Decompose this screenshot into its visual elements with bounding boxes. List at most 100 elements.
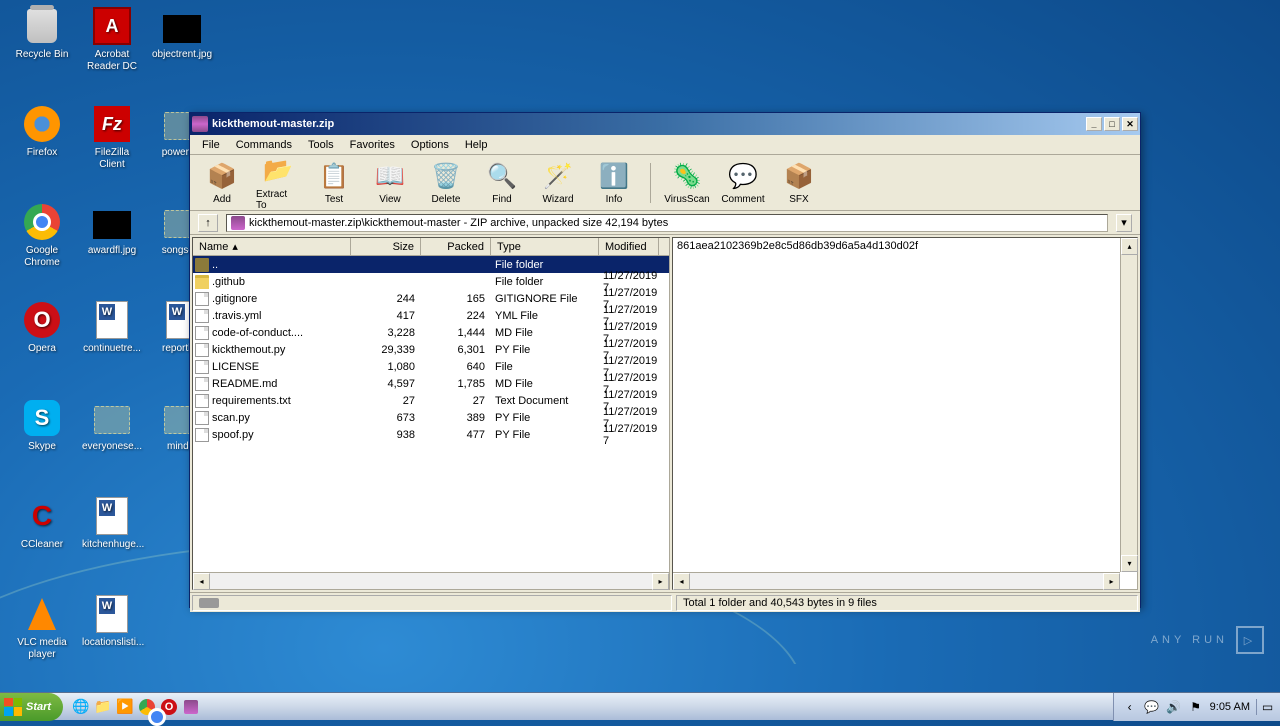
tray-notify-icon[interactable]: 💬	[1144, 699, 1160, 715]
scroll-right-button[interactable]: ▸	[1103, 573, 1120, 590]
tool-info-button[interactable]: ℹ️Info	[590, 158, 638, 207]
recycle-icon	[22, 6, 62, 46]
desktop[interactable]: Recycle BinAAcrobat Reader DC objectrent.…	[0, 0, 1280, 692]
scroll-right-button[interactable]: ▸	[652, 573, 669, 590]
desktop-icon-continuetre-[interactable]: continuetre...	[82, 300, 142, 355]
comment-icon: 💬	[727, 160, 759, 192]
col-header-name[interactable]: Name ▴	[193, 238, 351, 255]
scroll-left-button[interactable]: ◂	[193, 573, 210, 590]
tool-delete-button[interactable]: 🗑️Delete	[422, 158, 470, 207]
sfx-icon: 📦	[783, 160, 815, 192]
maximize-button[interactable]: □	[1104, 117, 1120, 131]
start-button[interactable]: Start	[0, 693, 63, 721]
preview-vscrollbar[interactable]: ▴ ▾	[1120, 238, 1137, 572]
file-row[interactable]: scan.py673389PY File11/27/2019 7	[193, 409, 669, 426]
tool-view-button[interactable]: 📖View	[366, 158, 414, 207]
quick-launch: 🌐 📁 ▶️ O	[71, 697, 201, 717]
menu-tools[interactable]: Tools	[300, 137, 342, 153]
desktop-icon-recycle-bin[interactable]: Recycle Bin	[12, 6, 72, 61]
desktop-icon-awardfl-jpg[interactable]: awardfl.jpg	[82, 202, 142, 257]
desktop-icon-firefox[interactable]: Firefox	[12, 104, 72, 159]
status-text: Total 1 folder and 40,543 bytes in 9 fil…	[676, 595, 1138, 611]
col-header-packed[interactable]: Packed	[421, 238, 491, 255]
file-row[interactable]: README.md4,5971,785MD File11/27/2019 7	[193, 375, 669, 392]
icon-label: objectrent.jpg	[152, 49, 212, 61]
menu-favorites[interactable]: Favorites	[342, 137, 403, 153]
file-row[interactable]: spoof.py938477PY File11/27/2019 7	[193, 426, 669, 443]
ql-explorer[interactable]: 📁	[93, 697, 113, 717]
file-hscrollbar[interactable]: ◂ ▸	[193, 572, 669, 589]
tool-virusscan-button[interactable]: 🦠VirusScan	[663, 158, 711, 207]
tool-wizard-button[interactable]: 🪄Wizard	[534, 158, 582, 207]
file-row[interactable]: requirements.txt2727Text Document11/27/2…	[193, 392, 669, 409]
tool-find-button[interactable]: 🔍Find	[478, 158, 526, 207]
desktop-icon-everyonese-[interactable]: everyonese...	[82, 398, 142, 453]
preview-text: 861aea2102369b2e8c5d86db39d6a5a4d130d02f	[673, 238, 1137, 254]
watermark: ANY RUN ▷	[1151, 626, 1264, 654]
clock[interactable]: 9:05 AM	[1210, 701, 1250, 713]
show-desktop-button[interactable]: ▭	[1256, 699, 1272, 715]
desktop-icon-google-chrome[interactable]: Google Chrome	[12, 202, 72, 269]
desktop-icon-objectrent-jpg[interactable]: objectrent.jpg	[152, 6, 212, 61]
icon-label: locationslisti...	[82, 637, 142, 649]
path-dropdown-button[interactable]: ▾	[1116, 214, 1132, 232]
scroll-track[interactable]	[690, 573, 1103, 589]
path-input[interactable]: kickthemout-master.zip\kickthemout-maste…	[226, 214, 1108, 232]
icon-label: FileZilla Client	[82, 147, 142, 171]
col-header-size[interactable]: Size	[351, 238, 421, 255]
desktop-icon-skype[interactable]: SSkype	[12, 398, 72, 453]
desktop-icon-filezilla-client[interactable]: FzFileZilla Client	[82, 104, 142, 171]
up-button[interactable]: ↑	[198, 214, 218, 232]
file-row[interactable]: kickthemout.py29,3396,301PY File11/27/20…	[193, 341, 669, 358]
file-size: 673	[351, 412, 421, 424]
file-row[interactable]: LICENSE1,080640File11/27/2019 7	[193, 358, 669, 375]
ql-ie[interactable]: 🌐	[71, 697, 91, 717]
thumb-icon	[162, 6, 202, 46]
file-icon	[195, 428, 209, 442]
preview-hscrollbar[interactable]: ◂ ▸	[673, 572, 1120, 589]
desktop-icon-locationslisti-[interactable]: locationslisti...	[82, 594, 142, 649]
scroll-down-button[interactable]: ▾	[1121, 555, 1138, 572]
menu-commands[interactable]: Commands	[228, 137, 300, 153]
tray-volume-icon[interactable]: 🔊	[1166, 699, 1182, 715]
desktop-icon-acrobat-reader-dc[interactable]: AAcrobat Reader DC	[82, 6, 142, 73]
menu-options[interactable]: Options	[403, 137, 457, 153]
file-row[interactable]: .githubFile folder11/27/2019 7	[193, 273, 669, 290]
ql-winrar[interactable]	[181, 697, 201, 717]
scroll-track[interactable]	[210, 573, 652, 589]
file-list[interactable]: ..File folder.githubFile folder11/27/201…	[193, 256, 669, 572]
file-packed: 27	[421, 395, 491, 407]
tray-expand-icon[interactable]: ‹	[1122, 699, 1138, 715]
close-button[interactable]: ✕	[1122, 117, 1138, 131]
scroll-left-button[interactable]: ◂	[673, 573, 690, 590]
file-size: 417	[351, 310, 421, 322]
tool-label: VirusScan	[664, 194, 709, 205]
tool-extract-to-button[interactable]: 📂Extract To	[254, 153, 302, 213]
tool-comment-button[interactable]: 💬Comment	[719, 158, 767, 207]
file-name: spoof.py	[212, 429, 254, 441]
ql-player[interactable]: ▶️	[115, 697, 135, 717]
file-row[interactable]: .travis.yml417224YML File11/27/2019 7	[193, 307, 669, 324]
minimize-button[interactable]: _	[1086, 117, 1102, 131]
chrome-icon	[22, 202, 62, 242]
tray-flag-icon[interactable]: ⚑	[1188, 699, 1204, 715]
titlebar[interactable]: kickthemout-master.zip _ □ ✕	[190, 113, 1140, 135]
file-row[interactable]: code-of-conduct....3,2281,444MD File11/2…	[193, 324, 669, 341]
taskbar: Start 🌐 📁 ▶️ O ‹ 💬 🔊 ⚑ 9:05 AM ▭	[0, 692, 1280, 720]
desktop-icon-kitchenhuge-[interactable]: kitchenhuge...	[82, 496, 142, 551]
desktop-icon-opera[interactable]: OOpera	[12, 300, 72, 355]
tool-sfx-button[interactable]: 📦SFX	[775, 158, 823, 207]
file-row[interactable]: .gitignore244165GITIGNORE File11/27/2019…	[193, 290, 669, 307]
col-header-modified[interactable]: Modified	[599, 238, 659, 255]
menu-file[interactable]: File	[194, 137, 228, 153]
menu-help[interactable]: Help	[457, 137, 496, 153]
file-row[interactable]: ..File folder	[193, 256, 669, 273]
scroll-up-button[interactable]: ▴	[1121, 238, 1138, 255]
ql-chrome[interactable]	[137, 697, 157, 717]
file-packed: 1,444	[421, 327, 491, 339]
col-header-type[interactable]: Type	[491, 238, 599, 255]
desktop-icon-ccleaner[interactable]: CCCleaner	[12, 496, 72, 551]
tool-add-button[interactable]: 📦Add	[198, 158, 246, 207]
desktop-icon-vlc-media-player[interactable]: VLC media player	[12, 594, 72, 661]
tool-test-button[interactable]: 📋Test	[310, 158, 358, 207]
